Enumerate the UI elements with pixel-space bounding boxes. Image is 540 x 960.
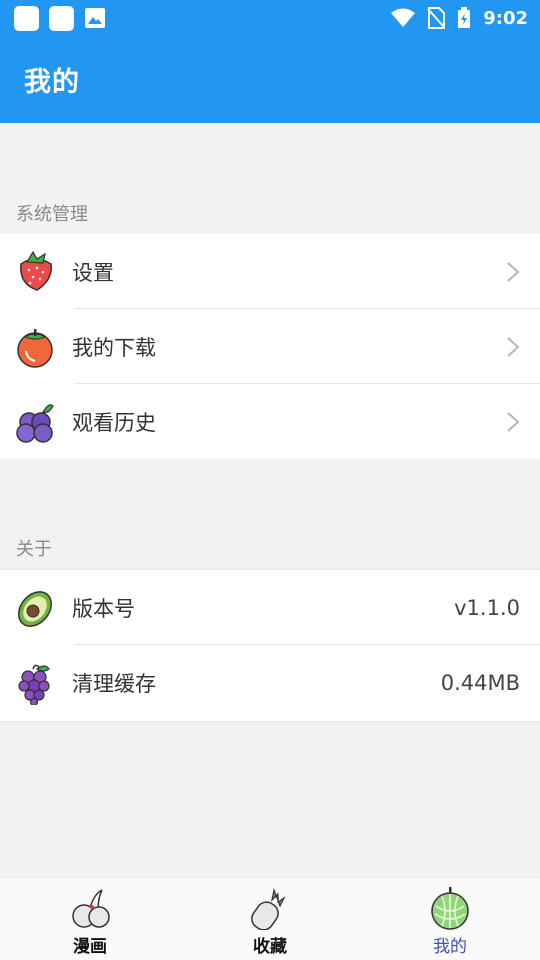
- wifi-icon: [391, 8, 416, 27]
- tab-comics-label: 漫画: [73, 937, 107, 957]
- persimmon-icon: [12, 324, 58, 370]
- app-bar: 我的: [0, 36, 540, 123]
- tab-favorites-label: 收藏: [253, 937, 287, 957]
- my-downloads-row[interactable]: 我的下载: [0, 309, 540, 384]
- clear-cache-row[interactable]: 清理缓存 0.44MB: [0, 645, 540, 721]
- tab-mine-label: 我的: [433, 937, 467, 957]
- notification-square-icon: [49, 5, 74, 31]
- settings-group-about: 版本号 v1.1.0 清理缓存 0.44MB: [0, 569, 540, 722]
- version-row: 版本号 v1.1.0: [0, 570, 540, 645]
- watch-history-label: 观看历史: [72, 410, 156, 435]
- clear-cache-label: 清理缓存: [72, 672, 156, 696]
- chevron-right-icon: [507, 261, 520, 282]
- status-time: 9:02: [483, 7, 528, 29]
- page-title: 我的: [24, 67, 80, 98]
- cherry-icon: [72, 889, 110, 928]
- grape-icon: [12, 660, 58, 706]
- status-bar-system: 9:02: [391, 7, 528, 29]
- pineapple-icon: [251, 887, 286, 930]
- status-bar: 9:02: [0, 0, 540, 36]
- melon-icon: [431, 887, 469, 930]
- image-icon: [85, 8, 105, 28]
- blueberry-icon: [12, 399, 58, 445]
- my-downloads-label: 我的下载: [72, 335, 156, 360]
- tab-mine[interactable]: 我的: [360, 878, 540, 960]
- chevron-right-icon: [507, 336, 520, 357]
- tab-favorites[interactable]: 收藏: [180, 878, 360, 960]
- bottom-tab-bar: 漫画 收藏 我的: [0, 877, 540, 960]
- section-label-about: 关于: [16, 539, 52, 560]
- avocado-icon: [12, 585, 58, 631]
- status-bar-notifications: [14, 5, 106, 31]
- version-value: v1.1.0: [454, 595, 520, 620]
- tab-comics[interactable]: 漫画: [0, 878, 180, 960]
- version-label: 版本号: [72, 596, 135, 621]
- cache-size-value: 0.44MB: [440, 671, 520, 695]
- settings-row[interactable]: 设置: [0, 234, 540, 309]
- settings-group-system: 设置 我的下载 观看历史: [0, 234, 540, 459]
- strawberry-icon: [12, 249, 58, 295]
- notification-square-icon: [14, 5, 39, 31]
- battery-charging-icon: [458, 7, 471, 28]
- chevron-right-icon: [507, 411, 520, 432]
- settings-label: 设置: [72, 260, 114, 285]
- section-label-system: 系统管理: [16, 204, 88, 225]
- watch-history-row[interactable]: 观看历史: [0, 384, 540, 459]
- no-sim-icon: [427, 7, 446, 29]
